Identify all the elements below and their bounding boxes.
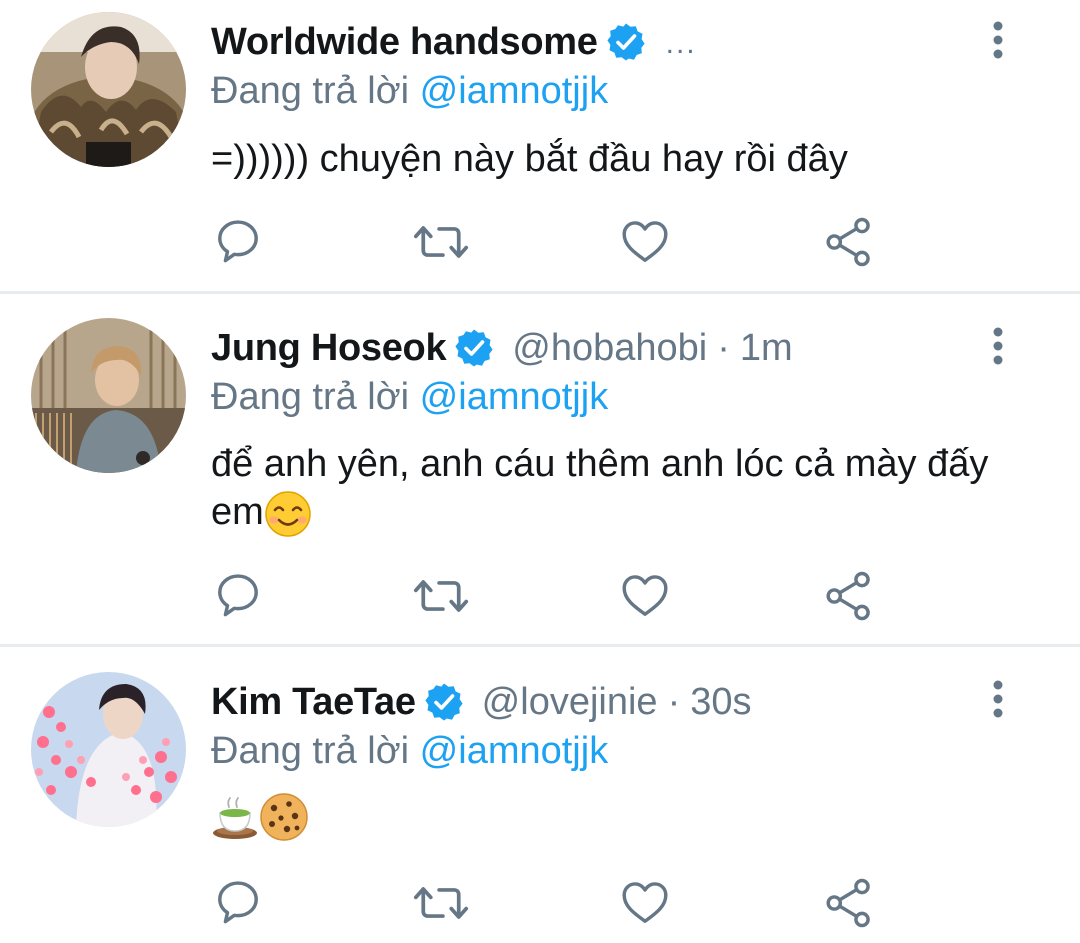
tweet-1[interactable]: Worldwide handsome ... Đang trả lời @iam… — [0, 0, 1080, 292]
tweet-text — [211, 791, 1011, 842]
tweet-2[interactable]: Jung Hoseok @hobahobi · 1m Đang trả lời … — [0, 294, 1080, 644]
avatar-records-image — [31, 318, 186, 473]
tweet-3[interactable]: Kim TaeTae @lovejinie · 30s Đang trả lời… — [0, 647, 1080, 943]
tweet-actions — [0, 566, 1080, 626]
reply-context: Đang trả lời @iamnotjjk — [211, 70, 608, 113]
retweet-icon — [413, 580, 469, 612]
like-icon — [622, 221, 668, 262]
tweet-text-content: =)))))) chuyện này bắt đầu hay rồi đây — [211, 138, 848, 180]
user-handle[interactable]: @hobahobi — [512, 327, 707, 370]
user-handle[interactable]: @lovejinie — [482, 681, 658, 724]
reply-prefix: Đang trả lời — [211, 70, 410, 112]
timestamp[interactable]: 1m — [740, 327, 793, 370]
more-options-icon[interactable] — [985, 679, 1011, 719]
display-name[interactable]: Jung Hoseok — [211, 327, 447, 370]
retweet-icon — [413, 226, 469, 258]
share-button[interactable] — [819, 212, 879, 272]
tweet-actions — [0, 212, 1080, 272]
tweet-header: Kim TaeTae @lovejinie · 30s — [211, 674, 752, 730]
more-options-icon[interactable] — [985, 20, 1011, 60]
tweet-text-content: để anh yên, anh cáu thêm anh lóc cả mày … — [211, 443, 989, 533]
reply-mention-link[interactable]: @iamnotjjk — [420, 730, 609, 772]
retweet-button[interactable] — [411, 212, 471, 272]
verified-badge-icon — [605, 22, 646, 62]
verified-badge-icon — [454, 328, 495, 368]
like-icon — [622, 882, 668, 923]
retweet-button[interactable] — [411, 566, 471, 626]
reply-mention-link[interactable]: @iamnotjjk — [420, 376, 609, 418]
share-icon — [826, 217, 870, 267]
reply-prefix: Đang trả lời — [211, 730, 410, 772]
like-button[interactable] — [615, 873, 675, 933]
like-icon — [622, 575, 668, 616]
reply-icon — [218, 220, 258, 263]
reply-icon — [218, 574, 258, 617]
more-options-icon[interactable] — [985, 326, 1011, 366]
reply-context: Đang trả lời @iamnotjjk — [211, 376, 608, 419]
separator-dot: · — [667, 680, 681, 723]
avatar-fur-coat-image — [31, 12, 186, 167]
share-icon — [826, 571, 870, 621]
avatar[interactable] — [31, 672, 186, 827]
tweet-actions — [0, 873, 1080, 933]
reply-button[interactable] — [208, 212, 268, 272]
tea-icon — [213, 797, 257, 839]
reply-mention-link[interactable]: @iamnotjjk — [420, 70, 609, 112]
truncated-ellipsis: ... — [665, 27, 697, 60]
cookie-icon — [260, 793, 308, 841]
reply-button[interactable] — [208, 566, 268, 626]
reply-context: Đang trả lời @iamnotjjk — [211, 730, 608, 773]
share-button[interactable] — [819, 566, 879, 626]
display-name[interactable]: Kim TaeTae — [211, 681, 416, 724]
smiling-face-icon — [265, 491, 311, 537]
reply-icon — [218, 881, 258, 924]
like-button[interactable] — [615, 212, 675, 272]
avatar[interactable] — [31, 12, 186, 167]
tweet-header: Jung Hoseok @hobahobi · 1m — [211, 320, 793, 376]
tweet-text: để anh yên, anh cáu thêm anh lóc cả mày … — [211, 440, 991, 538]
separator-dot: · — [717, 326, 730, 369]
reply-prefix: Đang trả lời — [211, 376, 410, 418]
display-name[interactable]: Worldwide handsome — [211, 21, 598, 64]
retweet-icon — [413, 887, 469, 919]
like-button[interactable] — [615, 566, 675, 626]
share-button[interactable] — [819, 873, 879, 933]
verified-badge-icon — [423, 682, 464, 722]
reply-button[interactable] — [208, 873, 268, 933]
avatar-hearts-image — [31, 672, 186, 827]
share-icon — [826, 878, 870, 928]
tweet-text: =)))))) chuyện này bắt đầu hay rồi đây — [211, 135, 1011, 183]
avatar[interactable] — [31, 318, 186, 473]
timestamp[interactable]: 30s — [690, 681, 751, 724]
retweet-button[interactable] — [411, 873, 471, 933]
tweet-header: Worldwide handsome ... — [211, 14, 697, 70]
